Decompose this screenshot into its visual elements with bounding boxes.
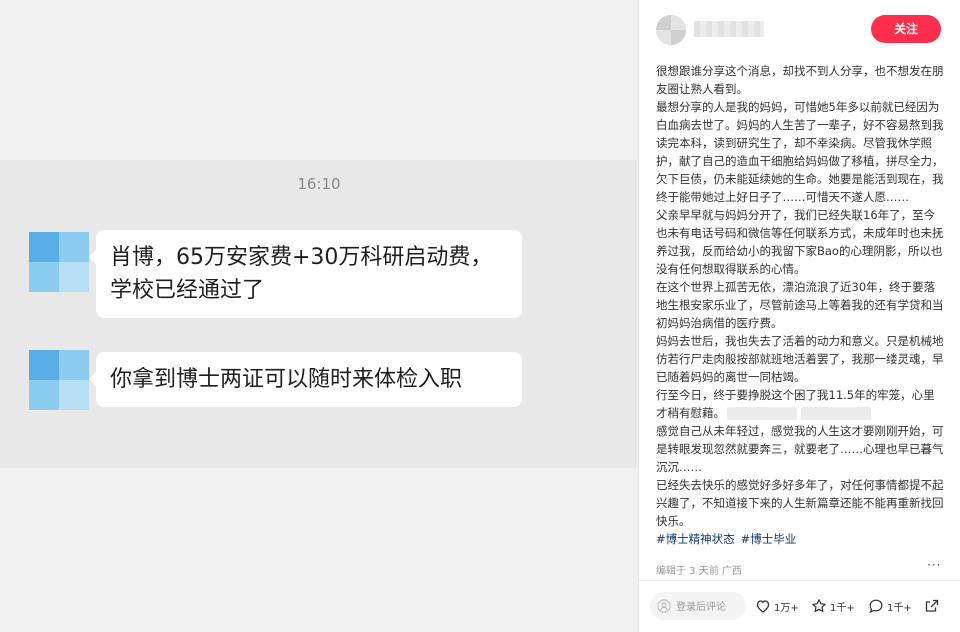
- follow-button[interactable]: 关注: [871, 15, 941, 43]
- divider: [639, 580, 960, 581]
- post-paragraph: 在这个世界上孤苦无依，漂泊流浪了近30年，终于要落地生根安家乐业了，尽管前途马上…: [656, 280, 944, 330]
- post-paragraph: 很想跟谁分享这个消息，却找不到人分享，也不想发在朋友圈让熟人看到。: [656, 64, 944, 96]
- chat-message-bubble: 你拿到博士两证可以随时来体检入职: [89, 352, 522, 407]
- like-button[interactable]: 1万+: [755, 598, 799, 614]
- author-name-blurred[interactable]: [694, 21, 764, 37]
- star-icon: [812, 599, 826, 613]
- hashtag-link[interactable]: #博士毕业: [741, 532, 797, 546]
- share-button[interactable]: [924, 598, 943, 614]
- collect-count: 1千+: [830, 602, 855, 614]
- user-icon: [657, 599, 671, 613]
- chat-message-bubble: 肖博，65万安家费+30万科研启动费，学校已经通过了: [89, 230, 522, 318]
- post-paragraph: 父亲早早就与妈妈分开了，我们已经失联16年了，至今也未有电话号码和微信等任何联系…: [656, 208, 944, 276]
- post-content: 很想跟谁分享这个消息，却找不到人分享，也不想发在朋友圈让熟人看到。 最想分享的人…: [656, 62, 946, 548]
- post-meta: 编辑于 3 天前 广西: [656, 566, 742, 577]
- share-icon: [925, 599, 939, 612]
- post-header: 关注: [639, 0, 960, 58]
- post-paragraph: 行至今日，终于要挣脱这个困了我11.5年的牢笼，心里才稍有慰藉。: [656, 386, 946, 422]
- post-paragraph: 最想分享的人是我的妈妈，可惜她5年多以前就已经因为白血病去世了。妈妈的人生苦了一…: [656, 100, 944, 204]
- redacted-text: [727, 407, 797, 420]
- heart-icon: [756, 600, 770, 613]
- hashtag-link[interactable]: #博士精神状态: [656, 532, 735, 546]
- post-paragraph: 妈妈去世后，我也失去了活着的动力和意义。只是机械地仿若行尸走肉般按部就班地活着罢…: [656, 334, 944, 384]
- post-paragraph: 已经失去快乐的感觉好多好多年了，对任何事情都提不起兴趣了，不知道接下来的人生新篇…: [656, 478, 944, 528]
- more-options-icon[interactable]: ···: [927, 558, 941, 572]
- post-paragraph: 感觉自己从未年轻过，感觉我的人生这才要刚刚开始，可是转眼发现忽然就要奔三，就要老…: [656, 424, 944, 474]
- author-avatar[interactable]: [656, 15, 686, 45]
- collect-button[interactable]: 1千+: [811, 598, 855, 614]
- chat-message-text: 你拿到博士两证可以随时来体检入职: [110, 367, 463, 392]
- sender-avatar: [29, 232, 89, 292]
- chat-message-text: 肖博，65万安家费+30万科研启动费，学校已经通过了: [110, 245, 493, 303]
- post-tags: #博士精神状态 #博士毕业: [656, 530, 946, 548]
- like-count: 1万+: [774, 602, 799, 614]
- comment-input[interactable]: 登录后评论: [650, 592, 746, 620]
- chat-timestamp: 16:10: [297, 175, 341, 193]
- redacted-text: [801, 407, 871, 420]
- comment-placeholder: 登录后评论: [676, 602, 726, 613]
- sender-avatar: [29, 350, 89, 410]
- chat-area: 16:10 肖博，65万安家费+30万科研启动费，学校已经通过了 你拿到博士两证…: [0, 160, 638, 468]
- post-footer: 登录后评论 1万+ 1千+ 1千+: [639, 592, 960, 622]
- comment-button[interactable]: 1千+: [868, 598, 912, 614]
- post-panel: 关注 很想跟谁分享这个消息，却找不到人分享，也不想发在朋友圈让熟人看到。 最想分…: [638, 0, 960, 632]
- chat-screenshot-panel: 16:10 肖博，65万安家费+30万科研启动费，学校已经通过了 你拿到博士两证…: [0, 0, 638, 632]
- comment-icon: [869, 599, 883, 613]
- comment-count: 1千+: [887, 602, 912, 614]
